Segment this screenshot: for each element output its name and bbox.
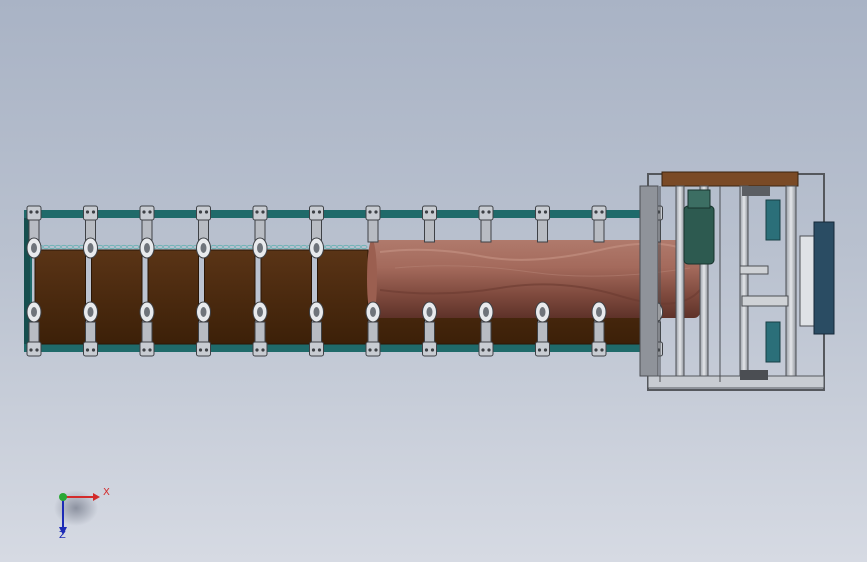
chain-link	[240, 244, 248, 250]
chain-link	[168, 244, 176, 250]
brown-panel	[204, 249, 256, 345]
chain-link	[102, 244, 110, 250]
brown-panel	[34, 249, 86, 345]
brown-panel	[317, 249, 369, 345]
chain-link	[294, 244, 302, 250]
chain-link	[186, 244, 194, 250]
chain-link	[330, 244, 338, 250]
chain-link	[234, 244, 242, 250]
chain-link	[180, 244, 188, 250]
chain-link	[216, 244, 224, 250]
chain-link	[162, 244, 170, 250]
chain-link	[114, 244, 122, 250]
chain-link	[276, 244, 284, 250]
chain-link	[66, 244, 74, 250]
chain-link	[132, 244, 140, 250]
chain-link	[54, 244, 62, 250]
chain-link	[300, 244, 308, 250]
brown-panel	[91, 249, 143, 345]
chain-link	[360, 244, 368, 250]
chain-link	[336, 244, 344, 250]
chain-link	[282, 244, 290, 250]
chain-link	[354, 244, 362, 250]
chain-link	[156, 244, 164, 250]
chain-link	[222, 244, 230, 250]
chain-link	[60, 244, 68, 250]
chain-link	[72, 244, 80, 250]
chain-link	[246, 244, 254, 250]
x-arrowhead-icon	[93, 493, 100, 501]
chain-link	[120, 244, 128, 250]
chain-link	[108, 244, 116, 250]
y-axis-dot-icon	[59, 493, 67, 501]
cad-viewport[interactable]: X Z	[0, 0, 867, 562]
chain-link	[324, 244, 332, 250]
chain-link	[174, 244, 182, 250]
brown-panel	[147, 249, 199, 345]
brown-panel	[260, 249, 312, 345]
chain-link	[348, 244, 356, 250]
chain-link	[270, 244, 278, 250]
chain-link	[42, 244, 50, 250]
chain-link	[126, 244, 134, 250]
x-axis-label: X	[103, 487, 110, 498]
chain-link	[210, 244, 218, 250]
conveyor-model	[24, 171, 835, 535]
chain-link	[48, 244, 56, 250]
coordinate-triad	[54, 490, 100, 535]
chain-link	[342, 244, 350, 250]
chain-link	[228, 244, 236, 250]
chain-link	[288, 244, 296, 250]
z-axis-label: Z	[59, 530, 66, 541]
